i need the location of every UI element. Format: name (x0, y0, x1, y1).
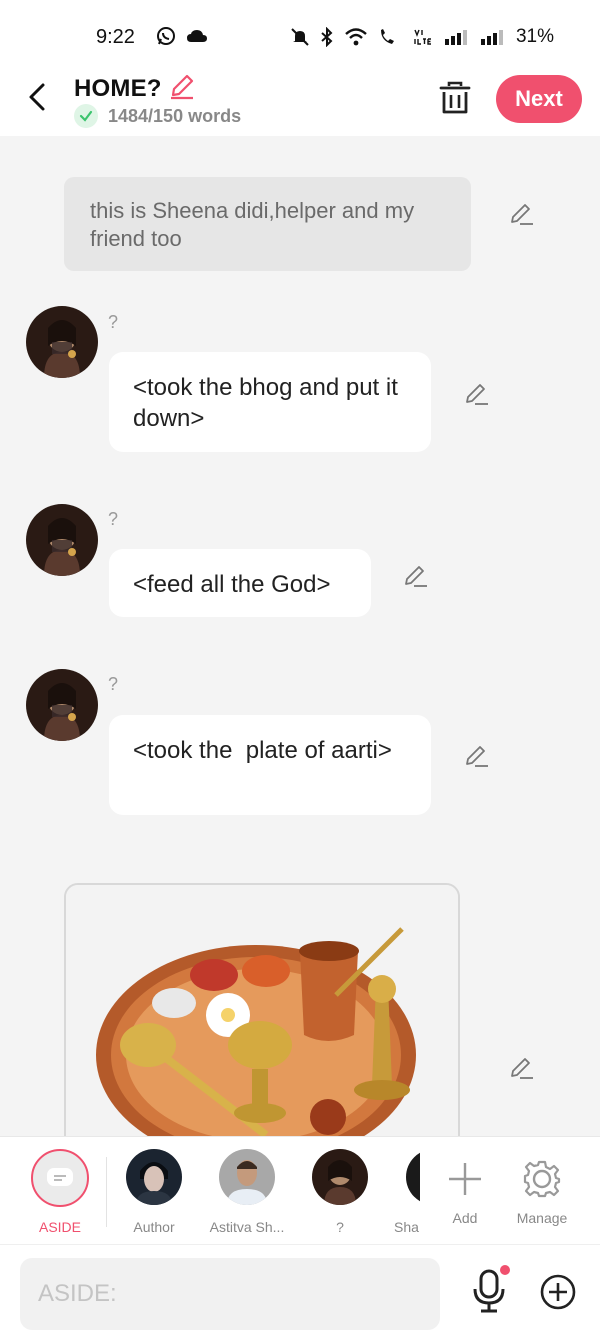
trash-icon (439, 81, 471, 114)
message-bubble[interactable]: <feed all the God> (109, 549, 371, 617)
plus-icon (449, 1163, 481, 1195)
character-label: Astitva Sh... (209, 1219, 285, 1235)
whatsapp-icon (156, 26, 176, 46)
avatar (126, 1149, 182, 1205)
microphone-icon (473, 1269, 505, 1313)
character-label: Author (133, 1219, 175, 1235)
microphone-button[interactable] (470, 1269, 508, 1313)
gear-icon (523, 1160, 561, 1198)
aarti-plate-image (66, 885, 458, 1136)
notification-dot (500, 1265, 510, 1275)
speaker-name: ? (108, 674, 119, 694)
narration-message[interactable]: this is Sheena didi,helper and my friend… (64, 177, 471, 271)
avatar[interactable] (26, 306, 98, 378)
delete-button[interactable] (438, 80, 472, 116)
avatar[interactable] (26, 504, 98, 576)
chevron-left-icon (29, 83, 45, 111)
avatar (406, 1149, 420, 1205)
character-unknown[interactable]: ? (300, 1149, 380, 1235)
message-bubble[interactable]: <took the plate of aarti> (109, 715, 431, 815)
plus-circle-icon (540, 1274, 576, 1310)
character-label: ASIDE (38, 1219, 81, 1235)
wifi-call-icon (378, 27, 402, 47)
character-label: ? (336, 1219, 344, 1235)
character-sha[interactable]: Sha (380, 1149, 420, 1235)
battery-level: 31% (515, 26, 554, 47)
bluetooth-icon (320, 27, 334, 47)
status-left-icons (156, 26, 208, 46)
message-bubble[interactable]: <took the bhog and put it down> (109, 352, 431, 452)
check-icon (74, 104, 98, 128)
edit-message-icon[interactable] (463, 380, 491, 408)
edit-title-icon[interactable] (168, 72, 196, 105)
add-label: Add (452, 1210, 478, 1226)
next-button[interactable]: Next (496, 75, 582, 123)
avatar[interactable] (26, 669, 98, 741)
edit-message-icon[interactable] (508, 1054, 536, 1082)
status-time: 9:22 (96, 26, 135, 48)
edit-message-icon[interactable] (402, 562, 430, 590)
character-label: Sha (394, 1219, 419, 1235)
manage-button[interactable]: Manage (502, 1149, 582, 1226)
chat-area[interactable]: this is Sheena didi,helper and my friend… (0, 136, 600, 1136)
wifi-icon (344, 27, 368, 47)
back-button[interactable] (22, 80, 52, 114)
speaker-name: ? (108, 312, 119, 332)
avatar (219, 1149, 275, 1205)
mute-icon (290, 27, 310, 47)
page-title: HOME? (74, 74, 162, 102)
avatar (312, 1149, 368, 1205)
character-bar: ASIDE Author Astitva Sh... ? Sha Add Man… (0, 1136, 600, 1244)
message-input[interactable] (20, 1258, 440, 1330)
status-right-icons: 31% (290, 26, 554, 48)
title-row: HOME? (74, 72, 196, 105)
volte-icon (412, 27, 434, 47)
input-bar (0, 1244, 600, 1340)
edit-message-icon[interactable] (463, 742, 491, 770)
character-author[interactable]: Author (114, 1149, 194, 1235)
edit-message-icon[interactable] (508, 200, 536, 228)
aside-avatar (31, 1149, 89, 1207)
signal-icon-1 (444, 28, 470, 46)
character-astitva[interactable]: Astitva Sh... (207, 1149, 287, 1235)
image-message[interactable] (64, 883, 460, 1136)
status-bar: 9:22 31% (0, 0, 600, 72)
divider (106, 1157, 107, 1227)
header: HOME? 1484/150 words Next (0, 72, 600, 136)
manage-label: Manage (516, 1210, 568, 1226)
signal-icon-2 (480, 28, 506, 46)
add-button[interactable] (540, 1274, 576, 1310)
chat-bubble-icon (47, 1168, 73, 1186)
word-count-row: 1484/150 words (74, 104, 241, 128)
word-count: 1484/150 words (108, 105, 242, 126)
cloud-icon (186, 28, 208, 44)
add-character-button[interactable]: Add (425, 1149, 505, 1226)
character-aside[interactable]: ASIDE (20, 1149, 100, 1235)
speaker-name: ? (108, 509, 119, 529)
